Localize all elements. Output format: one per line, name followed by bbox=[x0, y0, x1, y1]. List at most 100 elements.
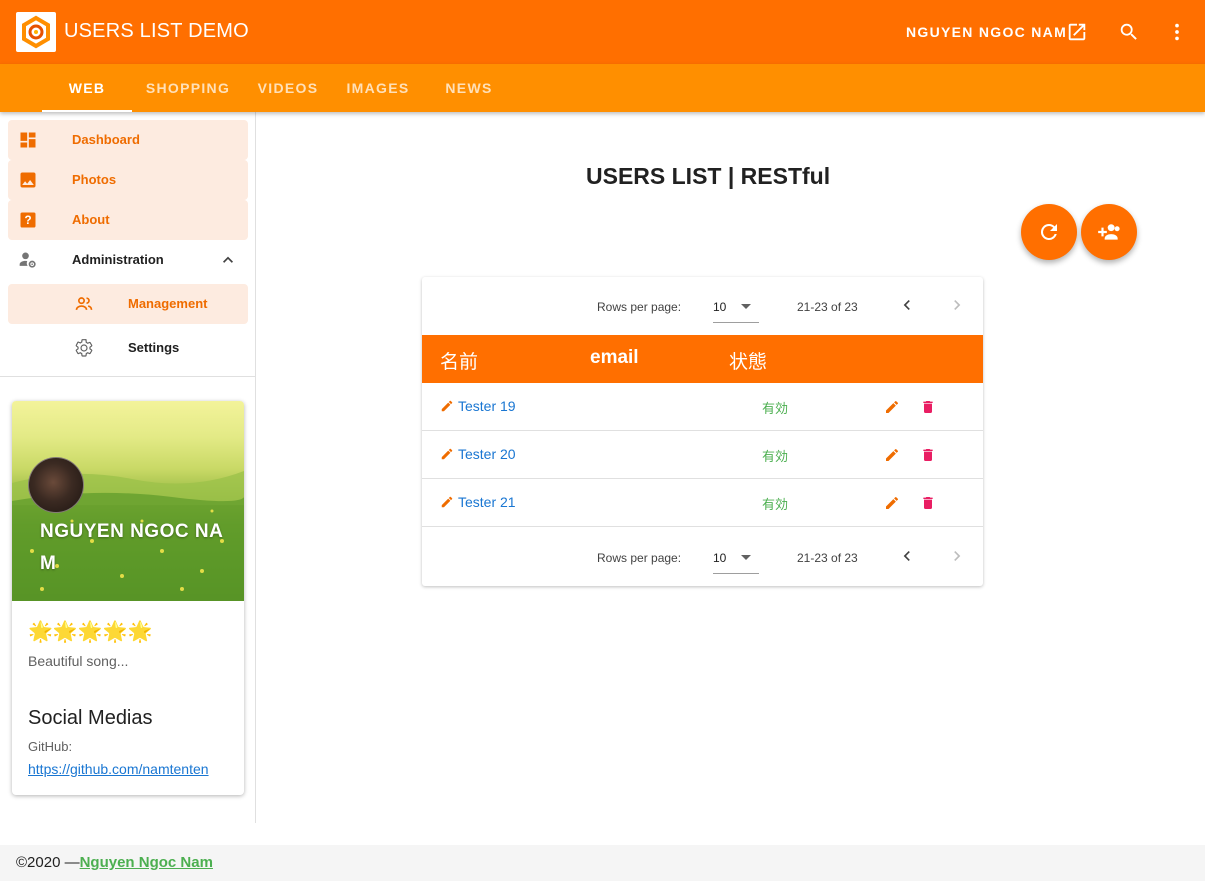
edit-button[interactable] bbox=[882, 397, 902, 417]
user-name[interactable]: NGUYEN NGOC NAM bbox=[906, 24, 1067, 40]
status-badge: 有効 bbox=[762, 401, 789, 416]
user-name-link[interactable]: Tester 21 bbox=[440, 494, 516, 510]
admin-settings-icon bbox=[18, 250, 38, 270]
sidebar: Dashboard Photos ? About Administration … bbox=[0, 112, 256, 823]
search-icon[interactable] bbox=[1117, 20, 1141, 44]
rows-per-page-select[interactable]: 10 bbox=[713, 542, 759, 574]
edit-button[interactable] bbox=[882, 493, 902, 513]
app-title: USERS LIST DEMO bbox=[64, 20, 249, 42]
refresh-icon bbox=[1040, 223, 1057, 240]
gear-icon bbox=[74, 338, 94, 358]
rating-stars: 🌟🌟🌟🌟🌟 bbox=[28, 621, 153, 643]
sidebar-item-label: Photos bbox=[72, 172, 117, 187]
edit-icon bbox=[886, 496, 899, 509]
delete-button[interactable] bbox=[918, 493, 938, 513]
copyright: ©2020 —Nguyen Ngoc Nam bbox=[16, 854, 213, 871]
next-page-button[interactable] bbox=[945, 293, 969, 317]
edit-icon bbox=[441, 448, 453, 460]
sidebar-item-management[interactable]: Management bbox=[8, 284, 248, 324]
chevron-left-icon bbox=[903, 551, 910, 561]
chevron-right-icon bbox=[954, 551, 961, 561]
edit-icon bbox=[886, 400, 899, 413]
profile-description: Beautiful song... bbox=[28, 653, 129, 669]
page-title: USERS LIST | RESTful bbox=[586, 163, 831, 189]
pagination-bottom: Rows per page: 10 21-23 of 23 bbox=[422, 528, 983, 584]
help-icon: ? bbox=[18, 210, 38, 230]
user-name-link[interactable]: Tester 19 bbox=[440, 398, 516, 414]
profile-card: NGUYEN NGOC NAM 🌟🌟🌟🌟🌟 Beautiful song... … bbox=[12, 401, 244, 795]
svg-text:?: ? bbox=[24, 214, 31, 227]
delete-button[interactable] bbox=[918, 397, 938, 417]
sidebar-item-label: About bbox=[72, 212, 110, 227]
social-medias-heading: Social Medias bbox=[28, 707, 153, 729]
github-label: GitHub: bbox=[28, 739, 73, 754]
edit-icon bbox=[886, 448, 899, 461]
chevron-up-icon[interactable] bbox=[218, 250, 238, 275]
pagination-top: Rows per page: 10 21-23 of 23 bbox=[422, 277, 983, 333]
tab-news[interactable]: NEWS bbox=[432, 64, 506, 112]
table-row: Tester 19 有効 bbox=[422, 383, 983, 431]
sidebar-item-label: Dashboard bbox=[72, 132, 140, 147]
sidebar-item-photos[interactable]: Photos bbox=[8, 160, 248, 200]
dropdown-arrow-icon bbox=[741, 555, 751, 560]
tab-web[interactable]: WEB bbox=[42, 64, 132, 112]
sidebar-item-about[interactable]: ? About bbox=[8, 200, 248, 240]
sidebar-item-dashboard[interactable]: Dashboard bbox=[8, 120, 248, 160]
app-bar: USERS LIST DEMO NGUYEN NGOC NAM bbox=[0, 0, 1205, 64]
group-add-icon bbox=[1098, 224, 1120, 240]
image-icon bbox=[18, 170, 38, 190]
rows-per-page-label: Rows per page: bbox=[597, 551, 682, 565]
chevron-left-icon bbox=[903, 300, 910, 310]
delete-icon bbox=[923, 497, 933, 509]
sidebar-item-administration[interactable]: Administration bbox=[8, 240, 248, 280]
table-header: 名前 email 状態 bbox=[422, 335, 983, 383]
tab-videos[interactable]: VIDEOS bbox=[248, 64, 328, 112]
dropdown-arrow-icon bbox=[741, 304, 751, 309]
sidebar-item-label: Administration bbox=[72, 252, 164, 267]
column-header-name[interactable]: 名前 bbox=[440, 347, 478, 374]
github-link[interactable]: https://github.com/namtenten bbox=[28, 761, 209, 777]
sidebar-item-label: Management bbox=[128, 296, 208, 311]
users-table: Rows per page: 10 21-23 of 23 名前 email 状… bbox=[422, 277, 983, 586]
more-vert-icon[interactable] bbox=[1165, 20, 1189, 44]
edit-icon bbox=[441, 496, 453, 508]
prev-page-button[interactable] bbox=[895, 293, 919, 317]
rows-per-page-select[interactable]: 10 bbox=[713, 291, 759, 323]
status-badge: 有効 bbox=[762, 449, 789, 464]
next-page-button[interactable] bbox=[945, 544, 969, 568]
status-badge: 有効 bbox=[762, 497, 789, 512]
delete-icon bbox=[923, 401, 933, 413]
sidebar-item-label: Settings bbox=[128, 340, 180, 355]
user-name-link[interactable]: Tester 20 bbox=[440, 446, 516, 462]
logo-icon bbox=[22, 15, 50, 49]
column-header-email[interactable]: email bbox=[590, 347, 639, 369]
chevron-right-icon bbox=[954, 300, 961, 310]
avatar[interactable] bbox=[28, 457, 84, 513]
profile-cover-image: NGUYEN NGOC NAM bbox=[12, 401, 244, 601]
open-in-new-icon[interactable] bbox=[1065, 20, 1089, 44]
page-range: 21-23 of 23 bbox=[797, 551, 858, 565]
table-row: Tester 20 有効 bbox=[422, 431, 983, 479]
prev-page-button[interactable] bbox=[895, 544, 919, 568]
sidebar-item-settings[interactable]: Settings bbox=[8, 328, 248, 368]
profile-name: NGUYEN NGOC NAM bbox=[40, 521, 224, 574]
tabs-bar: WEB SHOPPING VIDEOS IMAGES NEWS bbox=[0, 64, 1205, 112]
footer: ©2020 —Nguyen Ngoc Nam bbox=[0, 845, 1205, 881]
edit-button[interactable] bbox=[882, 445, 902, 465]
app-logo[interactable] bbox=[16, 12, 56, 52]
dashboard-icon bbox=[18, 130, 38, 150]
tab-shopping[interactable]: SHOPPING bbox=[140, 64, 236, 112]
people-icon bbox=[74, 294, 94, 314]
divider bbox=[0, 376, 255, 377]
table-row: Tester 21 有効 bbox=[422, 479, 983, 527]
column-header-status[interactable]: 状態 bbox=[729, 347, 767, 374]
author-link[interactable]: Nguyen Ngoc Nam bbox=[80, 854, 213, 871]
refresh-button[interactable] bbox=[1021, 204, 1077, 260]
add-user-button[interactable] bbox=[1081, 204, 1137, 260]
tab-images[interactable]: IMAGES bbox=[338, 64, 418, 112]
edit-icon bbox=[441, 400, 453, 412]
delete-button[interactable] bbox=[918, 445, 938, 465]
page-range: 21-23 of 23 bbox=[797, 300, 858, 314]
delete-icon bbox=[923, 449, 933, 461]
rows-per-page-label: Rows per page: bbox=[597, 300, 682, 314]
